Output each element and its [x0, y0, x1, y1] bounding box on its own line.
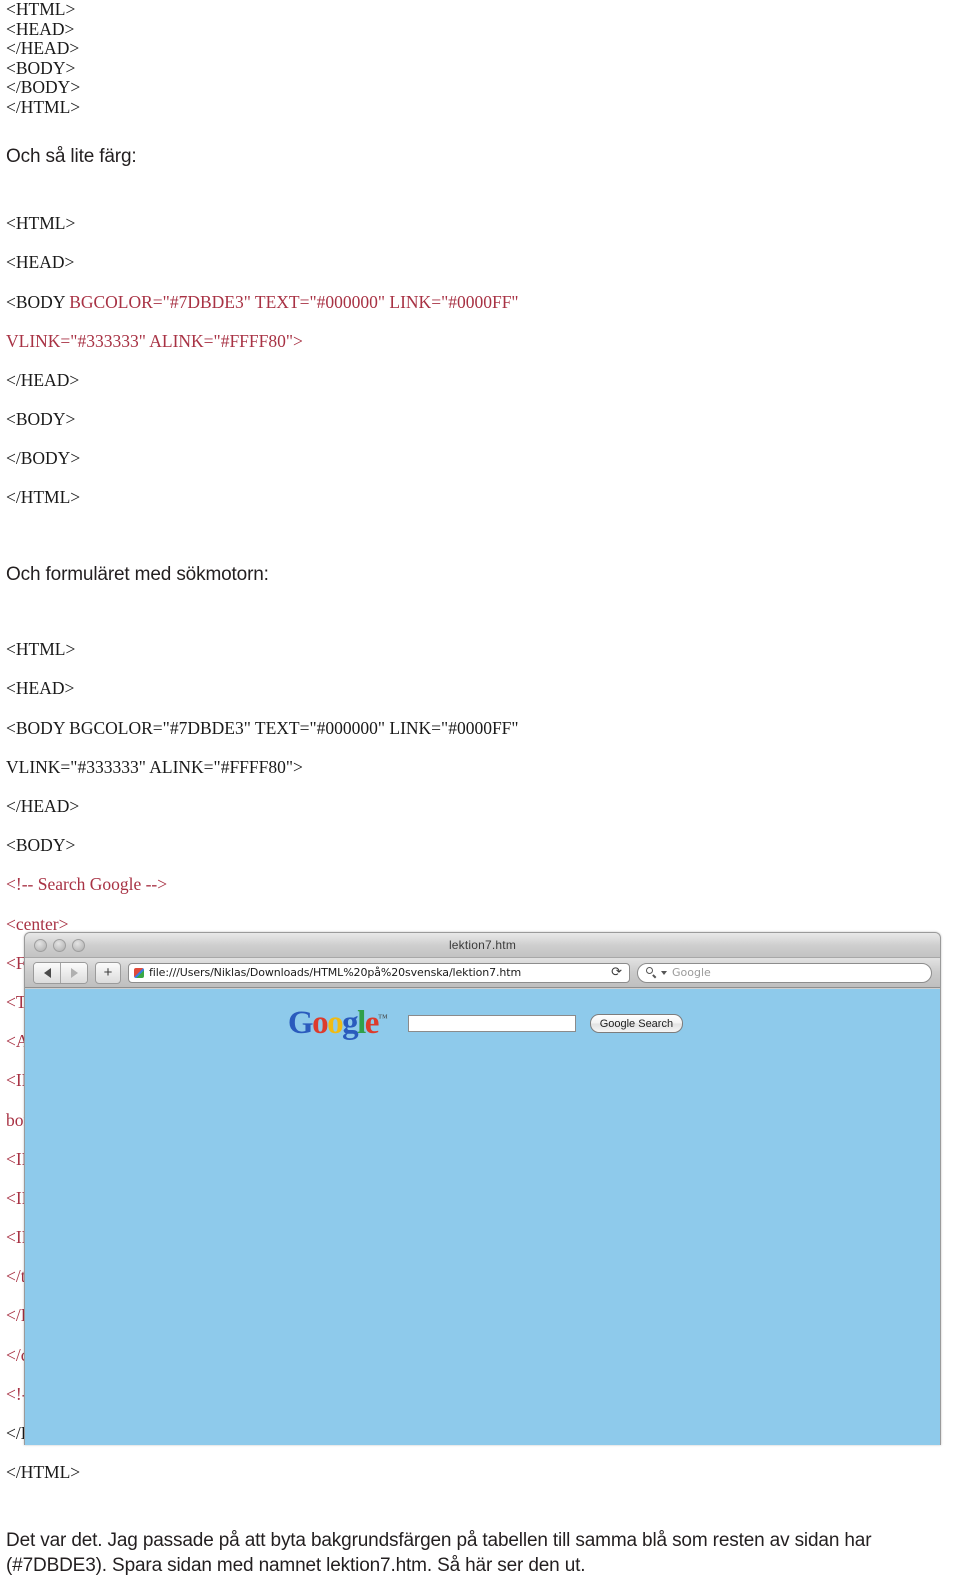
- google-logo-letter: e: [364, 1005, 380, 1041]
- heading-form: Och formuläret med sökmotorn:: [6, 563, 269, 585]
- window-title: lektion7.htm: [448, 938, 517, 952]
- browser-screenshot: lektion7.htm + file:///Users/Niklas/Down…: [24, 932, 941, 1445]
- code-line: </HEAD>: [6, 796, 80, 816]
- code-line: <HEAD>: [6, 252, 75, 273]
- code-line: </HEAD>: [6, 369, 80, 390]
- browser-toolbar: + file:///Users/Niklas/Downloads/HTML%20…: [25, 958, 940, 988]
- code-line: VLINK="#333333" ALINK="#FFFF80">: [6, 756, 303, 777]
- favicon-icon: [134, 967, 144, 978]
- search-input[interactable]: [407, 1015, 576, 1032]
- reload-icon[interactable]: ⟳: [611, 965, 624, 980]
- forward-button: [60, 962, 87, 983]
- trademark-icon: ™: [377, 1013, 388, 1024]
- back-arrow-icon: [43, 967, 51, 978]
- code-block-color-body: <HTML> <HEAD> <BODY BGCOLOR="#7DBDE3" TE…: [0, 195, 960, 528]
- code-line: <BODY>: [6, 409, 76, 430]
- code-line-highlight: VLINK="#333333" ALINK="#FFFF80">: [6, 330, 303, 351]
- code-line-highlight: <center>: [6, 913, 69, 934]
- code-line: <BODY: [6, 291, 70, 312]
- browser-titlebar: lektion7.htm: [25, 933, 940, 958]
- address-bar-text: file:///Users/Niklas/Downloads/HTML%20på…: [149, 966, 522, 979]
- code-line-highlight: <!-- Search Google -->: [6, 874, 168, 895]
- google-logo-letter: o: [327, 1005, 344, 1041]
- nav-buttons-group[interactable]: [33, 961, 88, 984]
- google-search-button[interactable]: Google Search: [589, 1014, 684, 1033]
- google-logo-letter: l: [357, 1005, 366, 1041]
- code-line: <HTML>: [6, 213, 76, 234]
- google-search-form: Google™ Google Search: [25, 1005, 940, 1042]
- code-line: </HTML>: [6, 487, 81, 508]
- code-block-basic-skeleton: <HTML> <HEAD> </HEAD> <BODY> </BODY> </H…: [6, 0, 81, 117]
- google-logo-letter: o: [312, 1005, 329, 1041]
- code-line: </HTML>: [6, 1462, 81, 1483]
- code-line: <BODY>: [6, 835, 76, 856]
- address-bar[interactable]: file:///Users/Niklas/Downloads/HTML%20på…: [128, 962, 630, 983]
- code-line-highlight: BGCOLOR="#7DBDE3" TEXT="#000000" LINK="#…: [69, 291, 519, 312]
- chevron-down-icon: [661, 970, 667, 975]
- code-line: <BODY BGCOLOR="#7DBDE3" TEXT="#000000" L…: [6, 717, 519, 738]
- back-button[interactable]: [34, 962, 60, 983]
- google-logo-letter: g: [342, 1005, 359, 1041]
- closing-paragraph: Det var det. Jag passade på att byta bak…: [6, 1530, 872, 1577]
- code-line: <HTML>: [6, 639, 76, 660]
- google-logo-letter: G: [287, 1005, 314, 1041]
- new-tab-button[interactable]: +: [95, 961, 121, 984]
- browser-window: lektion7.htm + file:///Users/Niklas/Down…: [24, 932, 941, 1445]
- code-line: <HEAD>: [6, 678, 75, 699]
- toolbar-search-field[interactable]: Google: [637, 962, 932, 983]
- google-logo[interactable]: Google™: [282, 1005, 394, 1042]
- toolbar-search-placeholder: Google: [672, 966, 711, 979]
- forward-arrow-icon: [70, 967, 78, 978]
- heading-color: Och så lite färg:: [6, 145, 137, 167]
- code-line: </BODY>: [6, 448, 81, 469]
- browser-content-area: Google™ Google Search: [25, 989, 940, 1445]
- search-icon: [646, 967, 657, 978]
